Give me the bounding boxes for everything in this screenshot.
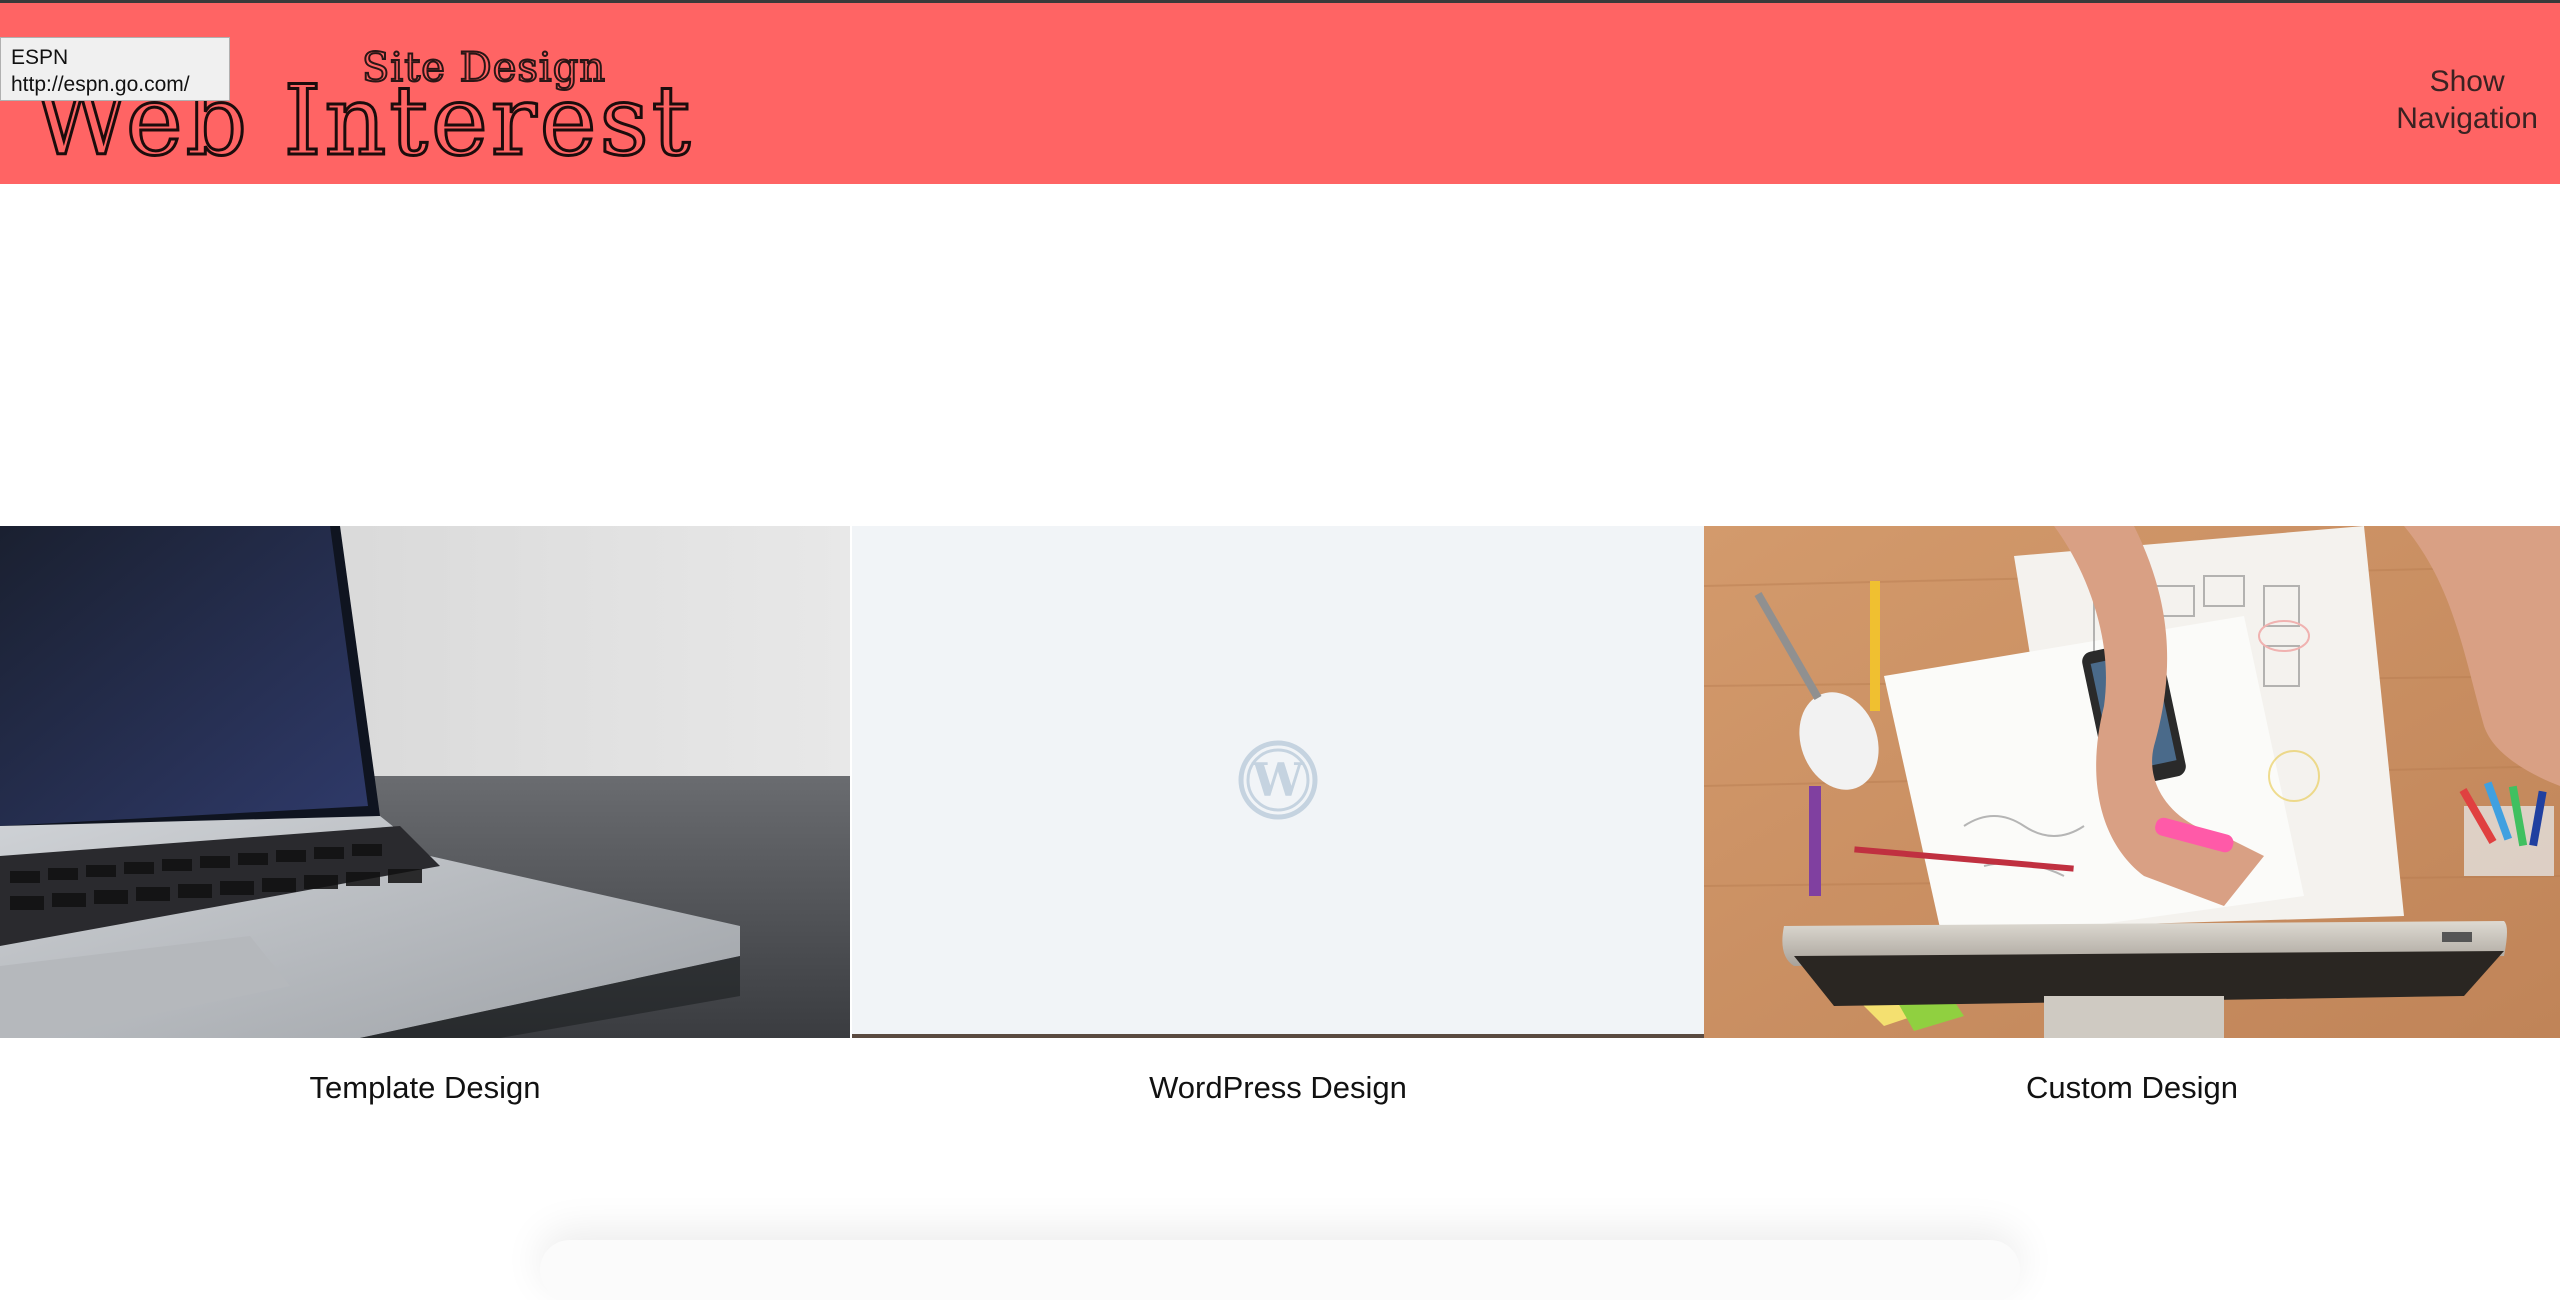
nav-toggle-line-1: Show: [2429, 65, 2505, 98]
template-design-card[interactable]: [0, 526, 850, 1038]
bottom-panel-edge: [540, 1240, 2020, 1300]
wordpress-placeholder: W: [852, 526, 1704, 1034]
services-grid: W: [0, 526, 2560, 1038]
custom-design-card[interactable]: [1704, 526, 2560, 1038]
link-tooltip: ESPN http://espn.go.com/: [0, 37, 230, 101]
show-navigation-button[interactable]: Show Navigation: [2396, 63, 2538, 137]
service-label-wordpress-design[interactable]: WordPress Design: [852, 1070, 1704, 1106]
svg-text:W: W: [1251, 753, 1305, 807]
service-label-custom-design[interactable]: Custom Design: [1704, 1070, 2560, 1106]
site-header: Site Design Web Interest Show Navigation: [0, 3, 2560, 184]
desk-workspace-photo: [1704, 526, 2560, 1038]
nav-toggle-line-2: Navigation: [2396, 102, 2538, 135]
tooltip-url: http://espn.go.com/: [11, 73, 190, 96]
service-label-template-design[interactable]: Template Design: [0, 1070, 850, 1106]
tooltip-title: ESPN: [11, 46, 69, 69]
wordpress-design-card[interactable]: W: [852, 526, 1704, 1038]
laptop-photo: [0, 526, 850, 1038]
